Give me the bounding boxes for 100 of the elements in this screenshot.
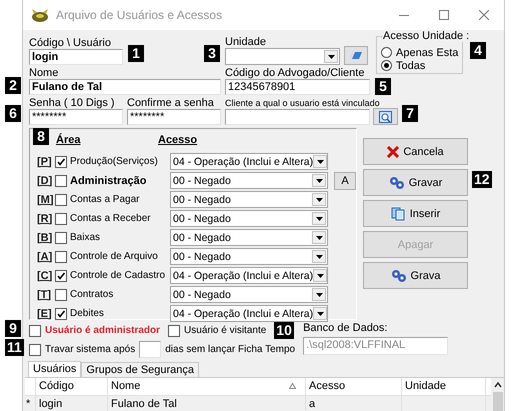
shortcut-key: [P]	[37, 156, 55, 168]
radio-button[interactable]	[381, 47, 392, 58]
radio-label: Apenas Esta	[396, 46, 458, 58]
access-dropdown[interactable]: 00 - Negado	[170, 191, 328, 208]
access-dropdown[interactable]: 04 - Operação (Inclui e Altera)	[170, 153, 328, 170]
number-badge: 7	[402, 105, 418, 122]
checkbox[interactable]	[55, 308, 67, 320]
number-badge: 10	[274, 322, 294, 339]
shortcut-key: [R]	[37, 212, 55, 224]
checkbox[interactable]	[55, 174, 67, 186]
action-button[interactable]: Grava	[363, 262, 468, 289]
checkbox[interactable]	[168, 324, 180, 336]
area-label: Produção(Serviços)	[70, 156, 159, 167]
checkbox[interactable]	[55, 270, 67, 282]
area-label: Controle de Arquivo	[70, 251, 159, 262]
area-label: Contratos	[70, 289, 114, 300]
checkbox[interactable]	[29, 324, 41, 336]
eraser-button[interactable]	[344, 46, 368, 65]
column-header[interactable]: Unidade	[405, 380, 446, 395]
close-icon	[479, 10, 489, 20]
app-icon	[31, 8, 49, 22]
field-label: Nome	[29, 67, 60, 79]
shortcut-key: [B]	[37, 232, 55, 244]
tab[interactable]: Grupos de Segurança	[81, 362, 200, 377]
number-badge: 8	[33, 128, 49, 145]
field-label: Unidade	[225, 36, 267, 48]
row-indicator: *	[25, 396, 36, 411]
number-badge: 2	[5, 77, 21, 94]
documents-icon	[390, 206, 406, 220]
checkbox-label: Travar sistema após	[45, 344, 136, 355]
search-button[interactable]	[373, 108, 398, 125]
linked-client-field[interactable]	[225, 109, 370, 125]
checkbox[interactable]	[55, 194, 67, 206]
shortcut-key: [M]	[37, 194, 55, 206]
days-field[interactable]	[139, 341, 162, 358]
shortcut-key: [D]	[37, 174, 55, 186]
number-badge: 11	[5, 339, 24, 356]
unit-dropdown[interactable]	[225, 48, 340, 65]
name-field[interactable]: Fulano de Tal	[29, 79, 221, 95]
shortcut-key: [C]	[37, 270, 55, 282]
gears-icon	[390, 268, 407, 282]
access-dropdown[interactable]: 00 - Negado	[170, 172, 328, 189]
access-dropdown[interactable]: 00 - Negado	[170, 210, 328, 227]
access-dropdown[interactable]: 00 - Negado	[170, 229, 328, 246]
checkbox[interactable]	[55, 212, 67, 224]
access-dropdown[interactable]: 00 - Negado	[170, 248, 328, 265]
number-badge: 6	[5, 105, 21, 122]
client-code-field[interactable]: 12345678901	[225, 79, 370, 95]
area-label: Administração	[70, 174, 148, 186]
radio-button[interactable]	[381, 60, 392, 71]
action-button[interactable]: Inserir	[363, 200, 468, 227]
checkbox[interactable]	[29, 344, 41, 356]
area-label: Controle de Cadastro	[70, 270, 166, 281]
tab[interactable]: Usuários	[28, 361, 82, 377]
password-field[interactable]: ********	[29, 109, 123, 125]
column-header[interactable]: Nome	[111, 380, 140, 395]
action-button[interactable]: Gravar	[363, 169, 468, 196]
number-badge: 4	[470, 42, 486, 59]
scrollbar[interactable]	[491, 378, 504, 411]
checkbox-label: Usuário é administrador	[45, 325, 160, 336]
table-cell: login	[36, 396, 108, 411]
field-label: Cliente a qual o usuario está vinculado	[225, 97, 381, 109]
table-cell: a	[306, 396, 402, 411]
number-badge: 12	[472, 171, 492, 188]
eraser-icon	[349, 51, 363, 60]
access-dropdown[interactable]: 04 - Operação (Inclui e Altera)	[170, 305, 328, 322]
confirm-password-field[interactable]: ********	[127, 109, 221, 125]
checkbox-label: Usuário é visitante	[184, 325, 266, 336]
shortcut-key: [T]	[37, 288, 55, 300]
shortcut-key: [A]	[37, 250, 55, 262]
database-field: .\sql2008:VLFFINAL	[303, 337, 448, 355]
sort-arrow-icon	[289, 383, 296, 389]
checkbox[interactable]	[55, 156, 67, 168]
a-button[interactable]: A	[334, 172, 356, 190]
checkbox[interactable]	[55, 250, 67, 262]
field-label: Código \ Usuário	[29, 37, 112, 49]
number-badge: 3	[204, 45, 220, 62]
search-icon	[379, 110, 392, 122]
table-cell: Fulano de Tal	[108, 396, 306, 411]
number-badge: 5	[375, 78, 391, 95]
radio-label: Todas	[396, 60, 426, 72]
checkbox[interactable]	[55, 232, 67, 244]
column-header[interactable]: Código	[39, 380, 74, 395]
access-dropdown[interactable]: 04 - Operação (Inclui e Altera)	[170, 267, 328, 284]
action-button[interactable]: Cancela	[363, 138, 468, 165]
close-icon	[387, 146, 400, 158]
number-badge: 9	[5, 320, 21, 337]
window-title: Arquivo de Usuários e Acessos	[56, 8, 224, 22]
gears-icon	[388, 176, 405, 190]
access-dropdown[interactable]: 00 - Negado	[170, 286, 328, 303]
column-header[interactable]: Acesso	[309, 380, 346, 395]
area-label: Contas a Pagar	[70, 194, 140, 205]
shortcut-key: [E]	[37, 308, 55, 320]
checkbox-label: dias sem lançar Ficha Tempo	[165, 344, 296, 355]
checkbox[interactable]	[55, 288, 67, 300]
field-label: Banco de Dados:	[303, 322, 388, 334]
user-code-field[interactable]: login	[29, 49, 123, 65]
field-label: Senha ( 10 Digs )	[29, 97, 116, 109]
column-header: Área	[56, 134, 82, 148]
field-label: Código do Advogado/Cliente	[225, 67, 366, 79]
